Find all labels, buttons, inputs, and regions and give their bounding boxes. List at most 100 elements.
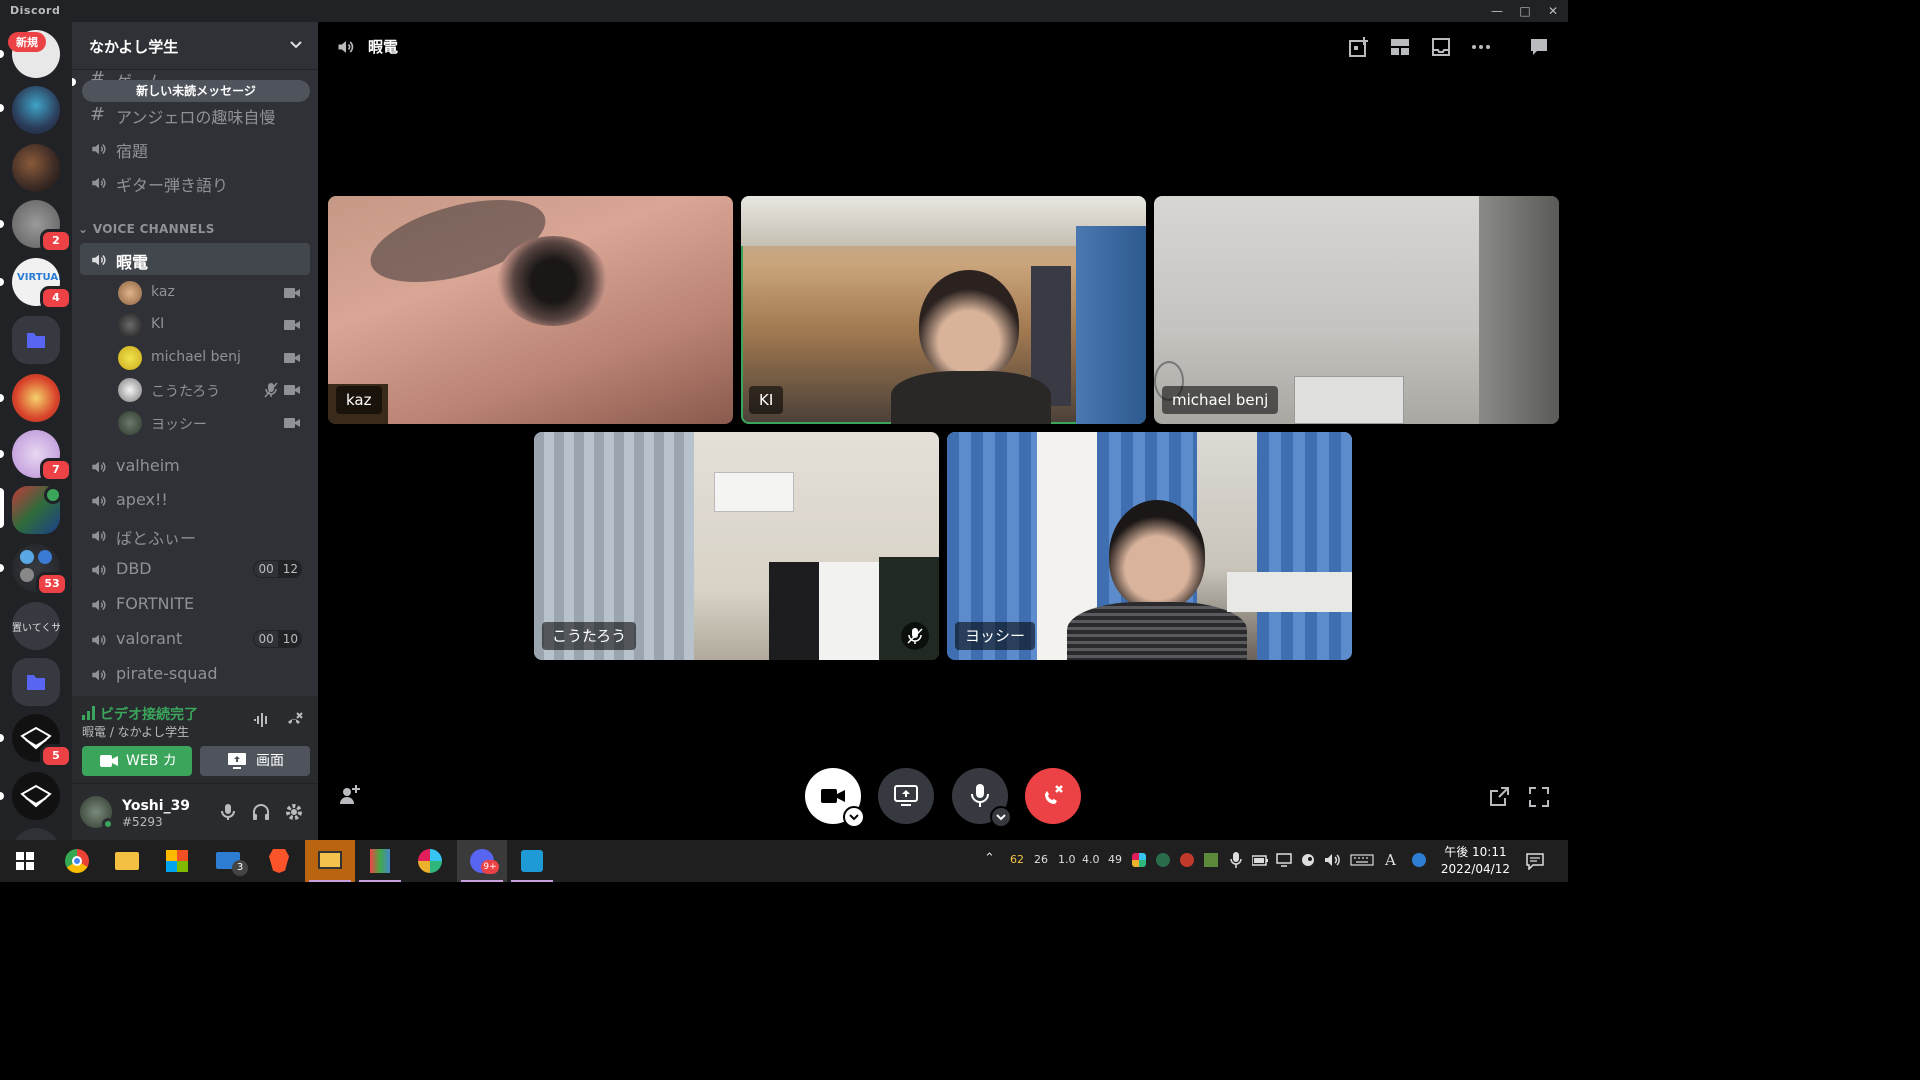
fullscreen-icon[interactable] [1528, 786, 1550, 808]
server-icon[interactable] [12, 828, 60, 840]
app-taskbar-icon[interactable] [507, 840, 557, 882]
channel-item-voice[interactable]: valorant 00 10 [80, 623, 310, 655]
start-button[interactable] [0, 840, 50, 882]
close-icon[interactable]: ✕ [1539, 0, 1567, 22]
tray-app-icon[interactable] [1412, 853, 1426, 867]
tray-app-icon[interactable] [1156, 853, 1170, 867]
inbox-icon[interactable] [1430, 36, 1452, 58]
camera-button[interactable]: WEB カ [82, 746, 192, 776]
channel-label: ばとふぃー [116, 529, 197, 548]
network-icon[interactable] [1276, 853, 1292, 867]
voice-user[interactable]: ヨッシー [118, 408, 308, 438]
chevron-down-icon[interactable] [288, 36, 304, 52]
app-taskbar-icon[interactable] [355, 840, 405, 882]
folder-icon[interactable] [12, 658, 60, 706]
tray-app-icon[interactable] [1204, 853, 1218, 867]
notification-icon[interactable] [1526, 852, 1544, 870]
screen-share-button[interactable]: 画面 [200, 746, 310, 776]
more-options-icon[interactable] [1470, 36, 1492, 58]
mail-taskbar-icon[interactable]: 3 [204, 840, 254, 882]
unread-indicator [72, 78, 76, 86]
voice-user[interactable]: kaz [118, 278, 308, 308]
camera-options-button[interactable] [843, 806, 865, 828]
status-online-icon [102, 818, 114, 830]
video-tile[interactable]: kaz [328, 196, 733, 424]
chevron-up-icon[interactable]: ⌃ [984, 851, 995, 866]
battery-icon[interactable] [1252, 854, 1268, 866]
channel-item-voice[interactable]: valheim [80, 450, 310, 482]
channel-label: 宿題 [116, 142, 149, 161]
gear-icon[interactable] [284, 802, 304, 822]
add-activity-icon[interactable] [1348, 36, 1370, 58]
camera-icon [284, 288, 300, 298]
channel-item-voice[interactable]: DBD 00 12 [80, 553, 310, 585]
layout-grid-icon[interactable] [1389, 36, 1411, 58]
discord-taskbar-icon[interactable]: 9+ [457, 840, 507, 882]
camera-toggle-button[interactable] [805, 768, 865, 828]
channel-item-text[interactable]: # アンジェロの趣味自慢 [80, 98, 310, 130]
server-icon[interactable]: 置いてくサ [12, 602, 60, 650]
signal-bars-icon[interactable] [82, 706, 96, 720]
voice-user[interactable]: こうたろう [118, 375, 308, 405]
channel-item-voice[interactable]: 宿題 [80, 132, 310, 164]
app-taskbar-icon[interactable] [305, 840, 355, 882]
voice-user[interactable]: michael benj [118, 343, 308, 373]
server-icon[interactable] [12, 374, 60, 422]
channel-item-voice[interactable]: FORTNITE [80, 588, 310, 620]
headphones-icon[interactable] [251, 802, 271, 822]
keyboard-icon[interactable] [1350, 854, 1374, 866]
server-icon[interactable] [12, 772, 60, 820]
username[interactable]: Yoshi_39 [122, 798, 190, 814]
channel-item-voice-active[interactable]: 暇電 [80, 243, 310, 275]
noise-suppression-icon[interactable] [252, 710, 272, 730]
screen-share-toggle-button[interactable] [878, 768, 934, 824]
voice-location[interactable]: 暇電 / なかよし学生 [82, 723, 189, 740]
taskbar-clock[interactable]: 午後 10:11 2022/04/12 [1441, 844, 1510, 878]
steam-icon[interactable] [1300, 853, 1316, 867]
maximize-icon[interactable]: □ [1511, 0, 1539, 22]
file-explorer-taskbar-icon[interactable] [102, 840, 152, 882]
server-icon[interactable] [12, 144, 60, 192]
guild-header[interactable]: なかよし学生 [72, 22, 318, 70]
volume-icon[interactable] [1324, 853, 1342, 867]
slack-taskbar-icon[interactable] [405, 840, 455, 882]
server-icon[interactable] [12, 86, 60, 134]
microphone-toggle-button[interactable] [952, 768, 1012, 828]
voice-user[interactable]: KI [118, 310, 308, 340]
voice-channels-category[interactable]: ⌄ VOICE CHANNELS [78, 222, 215, 236]
disconnect-button[interactable] [1025, 768, 1081, 824]
mic-muted-icon [907, 628, 923, 644]
channel-item-voice[interactable]: ばとふぃー [80, 519, 310, 551]
video-feed [1257, 432, 1352, 660]
voice-status: ビデオ接続完了 [100, 707, 198, 723]
user-count: 00 [253, 560, 279, 578]
unread-pill-indicator [0, 564, 4, 572]
video-tile[interactable]: ヨッシー [947, 432, 1352, 660]
unread-pill-indicator [0, 394, 4, 402]
mic-options-button[interactable] [990, 806, 1012, 828]
video-feed [891, 371, 1051, 424]
add-user-icon[interactable] [338, 784, 360, 806]
video-tile[interactable]: こうたろう [534, 432, 939, 660]
chrome-taskbar-icon[interactable] [52, 840, 102, 882]
speaker-icon [92, 254, 106, 266]
chat-icon[interactable] [1528, 36, 1550, 58]
channel-label: アンジェロの趣味自慢 [116, 108, 276, 127]
video-tile[interactable]: michael benj [1154, 196, 1559, 424]
disconnect-icon[interactable] [284, 710, 304, 730]
avatar [118, 281, 142, 305]
minimize-icon[interactable]: — [1483, 0, 1511, 22]
store-taskbar-icon[interactable] [152, 840, 202, 882]
microphone-icon[interactable] [1230, 852, 1242, 868]
channel-item-voice[interactable]: ギター弾き語り [80, 166, 310, 198]
tray-app-icon[interactable] [1180, 853, 1194, 867]
video-tile[interactable]: KI [741, 196, 1146, 424]
slack-tray-icon[interactable] [1132, 853, 1146, 867]
folder-icon[interactable] [12, 316, 60, 364]
channel-item-voice[interactable]: apex!! [80, 484, 310, 516]
brave-taskbar-icon[interactable] [254, 840, 304, 882]
channel-item-voice[interactable]: pirate-squad [80, 658, 310, 690]
ime-indicator[interactable]: A [1385, 851, 1396, 869]
pop-out-icon[interactable] [1488, 786, 1510, 808]
microphone-icon[interactable] [218, 802, 238, 822]
